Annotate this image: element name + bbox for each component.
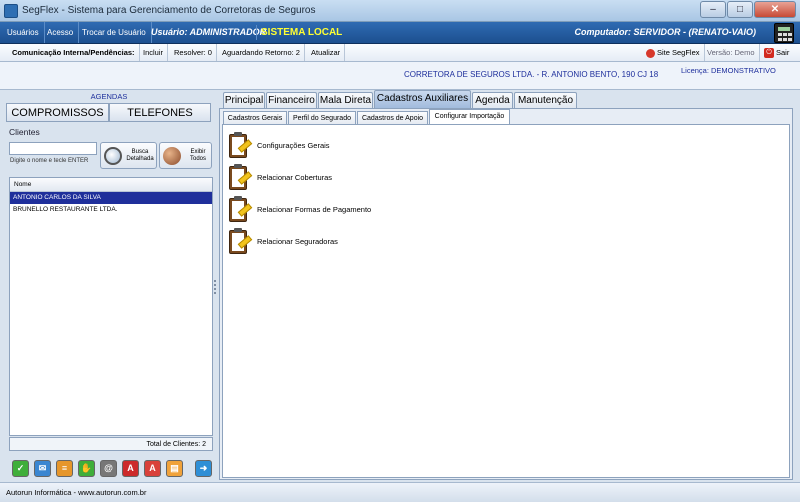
incluir-button[interactable]: Incluir: [139, 44, 169, 61]
table-row[interactable]: ANTONIO CARLOS DA SILVA: [10, 192, 212, 204]
printer-icon[interactable]: ▤: [166, 460, 183, 477]
subtab-perfil-segurado[interactable]: Perfil do Segurado: [288, 111, 356, 125]
close-button[interactable]: ✕: [754, 1, 796, 18]
thumb-icon[interactable]: ✋: [78, 460, 95, 477]
subtab-cadastros-gerais[interactable]: Cadastros Gerais: [223, 111, 287, 125]
communication-toolbar: Comunicação Interna/Pendências: Incluir …: [0, 44, 800, 62]
resolver-button[interactable]: Resolver: 0: [170, 44, 217, 61]
comm-label: Comunicação Interna/Pendências:: [8, 44, 140, 61]
agendas-label: AGENDAS: [90, 92, 128, 101]
menu-usuarios[interactable]: Usuários: [2, 22, 45, 43]
config-item-configuracoes-gerais[interactable]: Configurações Gerais: [227, 130, 487, 160]
compromissos-button[interactable]: COMPROMISSOS: [6, 103, 109, 122]
letter-a-small-icon[interactable]: A: [144, 460, 161, 477]
left-panel: AGENDAS COMPROMISSOS TELEFONES Clientes …: [6, 90, 215, 480]
title-bar: SegFlex - Sistema para Gerenciamento de …: [0, 0, 800, 22]
table-row[interactable]: BRUNELLO RESTAURANTE LTDA.: [10, 204, 212, 216]
config-item-relacionar-seguradoras[interactable]: Relacionar Seguradoras: [227, 226, 487, 256]
system-mode: SISTEMA LOCAL: [256, 25, 346, 40]
clipboard-pencil-icon: [227, 226, 253, 256]
computer-name: Computador: SERVIDOR - (RENATO-VAIO): [574, 27, 757, 37]
exibir-todos-button[interactable]: Exibir Todos: [159, 142, 212, 169]
menu-acesso[interactable]: Acesso: [42, 22, 80, 43]
current-user: Usuário: ADMINISTRADOR: [151, 27, 267, 37]
config-item-relacionar-formas-pagamento[interactable]: Relacionar Formas de Pagamento: [227, 194, 487, 224]
clipboard-pencil-icon: [227, 162, 253, 192]
clients-grid: Nome ANTONIO CARLOS DA SILVA BRUNELLO RE…: [9, 177, 213, 436]
tab-mala-direta[interactable]: Mala Direta: [318, 92, 373, 109]
minimize-button[interactable]: –: [700, 1, 726, 18]
window-controls: – □ ✕: [699, 1, 796, 19]
clipboard-pencil-icon: [227, 130, 253, 160]
users-icon: [163, 147, 181, 165]
cadastros-auxiliares-panel: Cadastros Gerais Perfil do Segurado Cada…: [219, 108, 793, 480]
grid-header-nome[interactable]: Nome: [10, 178, 212, 192]
company-strip: CORRETORA DE SEGUROS LTDA. - R. ANTONIO …: [0, 62, 800, 90]
status-text: Autorun Informática - www.autorun.com.br: [6, 488, 147, 497]
aguardando-retorno-button[interactable]: Aguardando Retorno: 2: [218, 44, 305, 61]
document-icon[interactable]: ≡: [56, 460, 73, 477]
menu-bar: Usuários Acesso Trocar de Usuário Usuári…: [0, 22, 800, 44]
atualizar-button[interactable]: Atualizar: [307, 44, 346, 61]
app-icon: [4, 4, 18, 18]
menu-trocar-usuario[interactable]: Trocar de Usuário: [77, 22, 152, 43]
mail-icon[interactable]: ✉: [34, 460, 51, 477]
subtab-cadastros-apoio[interactable]: Cadastros de Apoio: [357, 111, 428, 125]
telefones-button[interactable]: TELEFONES: [109, 103, 211, 122]
bottom-action-icons: ✓ ✉ ≡ ✋ @ A A ▤ ➜: [9, 460, 215, 480]
at-icon[interactable]: @: [100, 460, 117, 477]
company-name: CORRETORA DE SEGUROS LTDA. - R. ANTONIO …: [404, 70, 659, 79]
clipboard-pencil-icon: [227, 194, 253, 224]
power-icon: ⏻: [764, 48, 774, 59]
arrow-right-icon[interactable]: ➜: [195, 460, 212, 477]
right-panel: Principal Financeiro Mala Direta Cadastr…: [219, 90, 795, 480]
clients-label: Clientes: [9, 127, 40, 137]
calculator-icon[interactable]: [774, 23, 794, 43]
maximize-button[interactable]: □: [727, 1, 753, 18]
tab-cadastros-auxiliares[interactable]: Cadastros Auxiliares: [374, 90, 471, 109]
globe-icon: [646, 48, 655, 58]
tab-principal[interactable]: Principal: [223, 92, 265, 109]
tab-financeiro[interactable]: Financeiro: [266, 92, 317, 109]
client-search-input[interactable]: [9, 142, 97, 155]
tab-manutencao[interactable]: Manutenção: [514, 92, 577, 109]
letter-a-icon[interactable]: A: [122, 460, 139, 477]
panel-splitter[interactable]: [212, 90, 218, 480]
total-clients: Total de Clientes: 2: [9, 437, 213, 451]
window-title: SegFlex - Sistema para Gerenciamento de …: [22, 5, 316, 16]
license-label: Licença: DEMONSTRATIVO: [681, 66, 776, 75]
configurar-importacao-panel: Configurações Gerais Relacionar Cobertur…: [222, 124, 790, 478]
site-segflex-link[interactable]: Site SegFlex: [642, 44, 705, 61]
check-icon[interactable]: ✓: [12, 460, 29, 477]
version-label: Versão: Demo: [703, 44, 760, 61]
subtab-configurar-importacao[interactable]: Configurar Importação: [429, 109, 510, 125]
status-bar: Autorun Informática - www.autorun.com.br: [0, 482, 800, 502]
sair-button[interactable]: ⏻ Sair: [760, 44, 793, 61]
config-item-relacionar-coberturas[interactable]: Relacionar Coberturas: [227, 162, 487, 192]
tab-agenda[interactable]: Agenda: [472, 92, 513, 109]
search-hint: Digite o nome e tecle ENTER: [10, 158, 89, 164]
magnifier-icon: [104, 147, 122, 165]
busca-detalhada-button[interactable]: Busca Detalhada: [100, 142, 157, 169]
